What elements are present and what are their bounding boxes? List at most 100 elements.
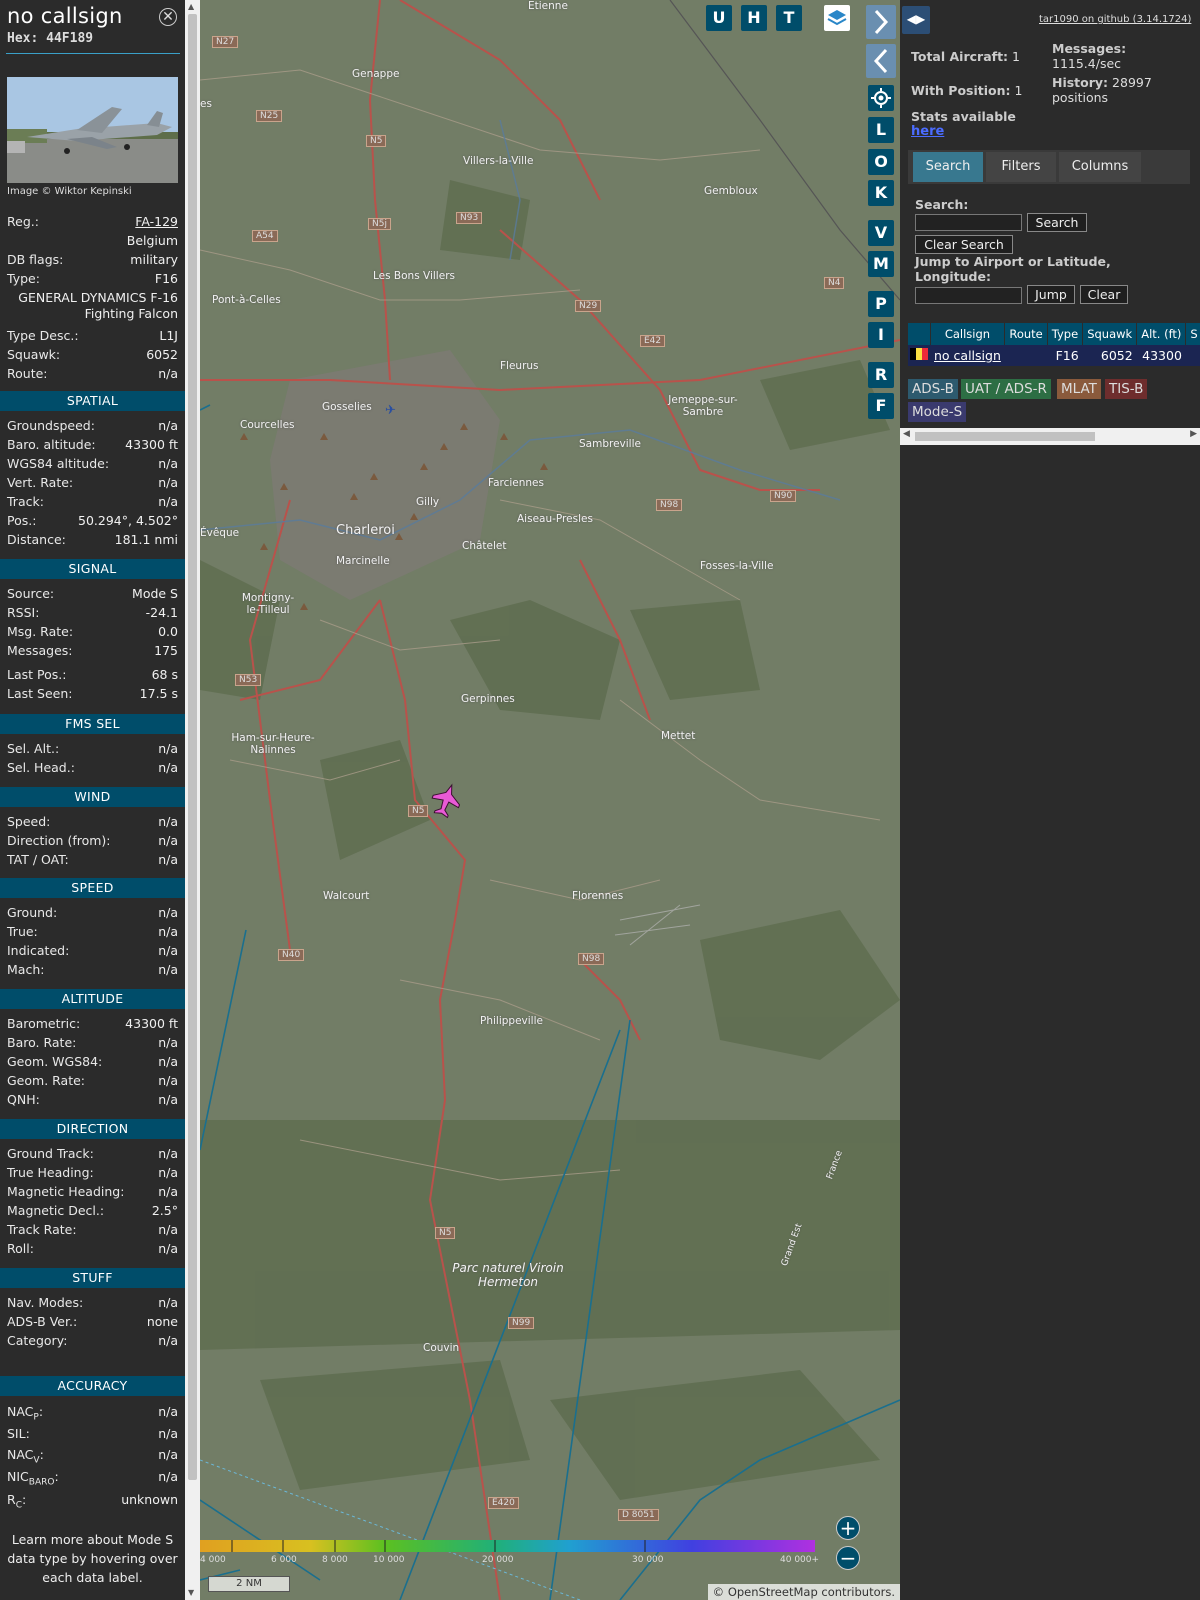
direction-row-value: n/a (158, 1222, 178, 1237)
aircraft-marker-icon[interactable] (430, 783, 462, 819)
table-header-squawk[interactable]: Squawk (1082, 323, 1138, 345)
typedesc-row: Type Desc.: L1J (7, 328, 178, 346)
section-fms: FMS SEL (0, 714, 185, 734)
table-row[interactable]: no callsign F16 6052 43300 (908, 345, 1200, 366)
github-link[interactable]: tar1090 on github (3.14.1724) (1039, 14, 1191, 25)
aircraft-photo[interactable] (7, 77, 178, 183)
town-label: Aiseau-Presles (517, 513, 593, 525)
row-callsign-link[interactable]: no callsign (930, 345, 1005, 366)
scroll-down-arrow-icon[interactable]: ▼ (188, 1588, 194, 1597)
stats-available: Stats available (911, 109, 1016, 124)
airport-icon: ✈ (385, 403, 396, 418)
clear-search-button[interactable]: Clear Search (915, 235, 1013, 254)
collapse-left-icon[interactable] (866, 44, 896, 78)
rc-value: unknown (121, 1492, 178, 1507)
registration-link[interactable]: FA-129 (135, 214, 178, 229)
direction-row-value: 2.5° (151, 1203, 178, 1218)
with-position: With Position: 1 (911, 83, 1022, 98)
spatial-row-value: n/a (158, 456, 178, 471)
table-header-route[interactable]: Route (1004, 323, 1048, 345)
type-label: Type: (7, 271, 40, 286)
tab-columns[interactable]: Columns (1059, 152, 1141, 182)
altitude-row: QNH: n/a (7, 1092, 178, 1110)
close-icon[interactable]: ✕ (159, 8, 177, 26)
road-label: N99 (508, 1317, 535, 1329)
town-label: Florennes (572, 890, 624, 902)
map-button-m[interactable]: M (868, 251, 894, 277)
clear-button[interactable]: Clear (1080, 285, 1128, 304)
altitude-row-label: Geom. WGS84: (7, 1054, 103, 1069)
map-button-t[interactable]: T (776, 5, 802, 31)
divider (6, 53, 180, 54)
map-button-o[interactable]: O (868, 149, 894, 175)
road-label: E42 (640, 335, 666, 347)
direction-row-label: Magnetic Decl.: (7, 1203, 105, 1218)
table-header-extra[interactable]: S (1185, 323, 1200, 345)
table-header-flag (908, 323, 931, 345)
map-button-k[interactable]: K (868, 180, 894, 206)
squawk-value: 6052 (146, 347, 178, 362)
direction-row-label: Ground Track: (7, 1146, 94, 1161)
altitude-row-value: n/a (158, 1092, 178, 1107)
town-label: Montigny-le-Tilleul (241, 592, 295, 616)
tab-filters[interactable]: Filters (986, 152, 1056, 182)
section-accuracy: ACCURACY (0, 1376, 185, 1396)
table-header-callsign[interactable]: Callsign (930, 323, 1006, 345)
town-label: Marcinelle (336, 555, 390, 567)
country: Belgium (126, 233, 178, 248)
map-button-i[interactable]: I (868, 322, 894, 348)
nacv-colon: : (39, 1447, 44, 1462)
osm-link[interactable]: OpenStreetMap (728, 1585, 818, 1599)
scrollbar-thumb[interactable] (188, 14, 197, 1480)
with-position-value: 1 (1014, 83, 1023, 98)
jump-input[interactable] (915, 287, 1022, 304)
road-label: D 8051 (618, 1509, 659, 1521)
map-button-f[interactable]: F (868, 393, 894, 419)
spatial-row: Track: n/a (7, 494, 178, 512)
direction-row-label: Roll: (7, 1241, 34, 1256)
scroll-up-arrow-icon[interactable]: ▲ (188, 2, 194, 11)
altitude-tick: 8 000 (322, 1555, 348, 1565)
table-header-type[interactable]: Type (1047, 323, 1084, 345)
tab-search[interactable]: Search (913, 152, 983, 182)
road-label: N29 (575, 300, 602, 312)
zoom-in-icon[interactable]: + (836, 1516, 860, 1540)
search-button[interactable]: Search (1027, 213, 1087, 232)
altitude-tick: 40 000+ (780, 1555, 820, 1565)
map-button-p[interactable]: P (868, 291, 894, 317)
nic-label: NICBARO: (7, 1469, 59, 1488)
map-button-r[interactable]: R (868, 362, 894, 388)
attribution-rest: contributors. (821, 1585, 895, 1599)
table-header-alt[interactable]: Alt. (ft) (1136, 323, 1187, 345)
zoom-out-icon[interactable]: − (836, 1546, 860, 1570)
layers-icon[interactable] (824, 5, 850, 31)
map-button-h[interactable]: H (741, 5, 767, 31)
fms-row-label: Sel. Alt.: (7, 741, 60, 756)
wind-row-value: n/a (158, 833, 178, 848)
map-button-l[interactable]: L (868, 117, 894, 143)
town-label: Courcelles (240, 419, 295, 431)
expand-right-icon[interactable] (866, 5, 896, 39)
right-panel-hscrollbar[interactable]: ◀ ▶ (900, 428, 1200, 445)
road-label: N27 (212, 36, 239, 48)
map-view[interactable]: ✈ Etienne Genappe Villers-la-Ville Gembl… (200, 0, 900, 1600)
hscroll-thumb[interactable] (915, 432, 1095, 441)
scroll-left-arrow-icon[interactable]: ◀ (903, 429, 910, 439)
info-panel-scrollbar[interactable]: ▲ ▼ (185, 0, 200, 1600)
altitude-legend-bar (200, 1540, 815, 1552)
speed-row-label: Ground: (7, 905, 58, 920)
jump-button[interactable]: Jump (1027, 285, 1075, 304)
settings-gear-icon[interactable] (868, 85, 894, 111)
nacv-row: NACV: n/a (7, 1447, 178, 1466)
town-label: Fleurus (500, 360, 539, 372)
map-button-v[interactable]: V (868, 220, 894, 246)
toggle-sidebar-arrows-icon[interactable]: ◀▶ (902, 6, 930, 34)
scroll-right-arrow-icon[interactable]: ▶ (1190, 429, 1197, 439)
nic-row: NICBARO: n/a (7, 1469, 178, 1488)
map-button-u[interactable]: U (706, 5, 732, 31)
signal-row: Last Seen: 17.5 s (7, 686, 178, 704)
search-input[interactable] (915, 214, 1022, 231)
stats-here-link[interactable]: here (911, 124, 944, 139)
altitude-tick: 10 000 (373, 1555, 405, 1565)
route-label: Route: (7, 366, 48, 381)
